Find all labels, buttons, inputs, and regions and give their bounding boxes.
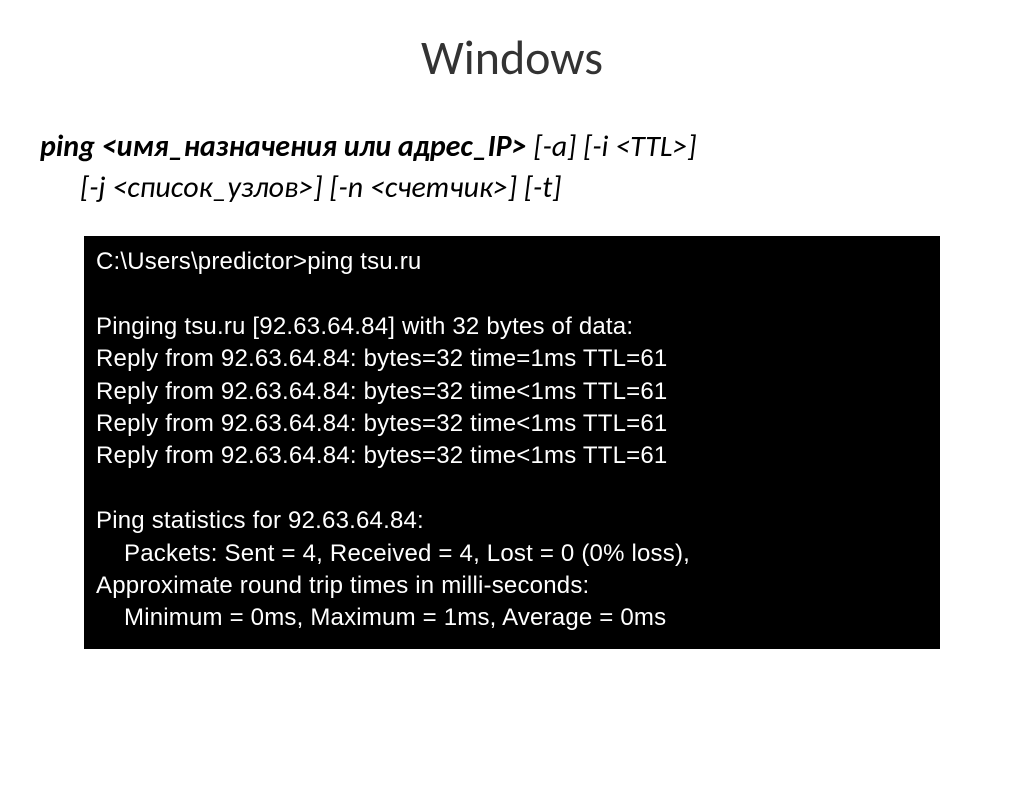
terminal-reply-line: Reply from 92.63.64.84: bytes=32 time<1m…	[96, 440, 928, 472]
page-title: Windows	[0, 28, 1024, 87]
terminal-reply-line: Reply from 92.63.64.84: bytes=32 time=1m…	[96, 343, 928, 375]
syntax-options-2: [-j <список_узлов>] [-n <счетчик>] [-t]	[40, 168, 984, 209]
terminal-ping-header: Pinging tsu.ru [92.63.64.84] with 32 byt…	[96, 311, 928, 343]
terminal-reply-line: Reply from 92.63.64.84: bytes=32 time<1m…	[96, 408, 928, 440]
terminal-reply-line: Reply from 92.63.64.84: bytes=32 time<1m…	[96, 376, 928, 408]
terminal-blank	[96, 473, 928, 505]
terminal-stats-header: Ping statistics for 92.63.64.84:	[96, 505, 928, 537]
terminal-blank	[96, 278, 928, 310]
terminal-packets-line: Packets: Sent = 4, Received = 4, Lost = …	[96, 538, 928, 570]
syntax-command-bold: ping <имя_назначения или адрес_IP>	[40, 128, 527, 165]
command-syntax: ping <имя_назначения или адрес_IP> [-a] …	[0, 127, 1024, 208]
terminal-rtt-values: Minimum = 0ms, Maximum = 1ms, Average = …	[96, 602, 928, 634]
terminal-rtt-header: Approximate round trip times in milli-se…	[96, 570, 928, 602]
syntax-options-1: [-a] [-i <TTL>]	[527, 128, 697, 165]
terminal-output: C:\Users\predictor>ping tsu.ru Pinging t…	[84, 236, 940, 649]
terminal-prompt-line: C:\Users\predictor>ping tsu.ru	[96, 246, 928, 278]
